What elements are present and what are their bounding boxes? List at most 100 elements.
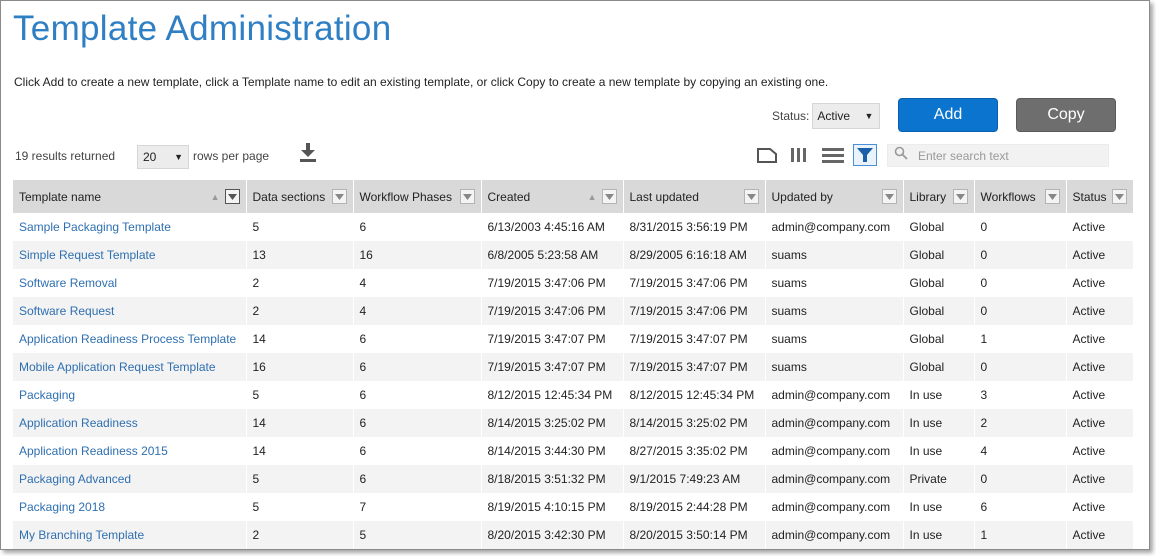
column-header-updated-by[interactable]: Updated by: [765, 180, 904, 213]
cell-library: Global: [903, 269, 975, 297]
cell-library: In use: [903, 381, 975, 409]
table-row: Software Request 2 4 7/19/2015 3:47:06 PM 7/…: [13, 297, 1134, 325]
template-name-link[interactable]: Application Readiness 2015: [13, 437, 247, 465]
table-row: Packaging 2018 5 7 8/19/2015 4:10:15 PM 8/19…: [13, 493, 1134, 521]
table-row: Mobile Application Request Template 16 6 7/…: [13, 353, 1134, 381]
template-name-link[interactable]: Simple Request Template: [13, 241, 247, 269]
search-box: [887, 144, 1109, 167]
column-menu-icon[interactable]: [952, 189, 968, 204]
table-row: My Branching Template 2 5 8/20/2015 3:42:30…: [13, 521, 1134, 549]
template-name-link[interactable]: Packaging: [13, 381, 247, 409]
cell-data-sections: 5: [246, 465, 354, 493]
cell-data-sections: 2: [246, 297, 354, 325]
cell-workflows: 0: [974, 465, 1067, 493]
cell-created: 7/19/2015 3:47:06 PM: [481, 297, 624, 325]
column-menu-icon[interactable]: [459, 189, 475, 204]
status-filter-label: Status:: [772, 109, 810, 123]
instructions-text: Click Add to create a new template, clic…: [14, 75, 829, 89]
column-label: Library: [909, 189, 947, 204]
cell-library: Global: [903, 241, 975, 269]
table-body: Sample Packaging Template 5 6 6/13/2003 4:4…: [13, 213, 1134, 549]
search-input[interactable]: [916, 147, 1096, 164]
cell-workflows: 6: [974, 493, 1067, 521]
cell-status: Active: [1066, 241, 1134, 269]
template-name-link[interactable]: Software Removal: [13, 269, 247, 297]
filter-icon[interactable]: [853, 144, 877, 166]
card-view-icon[interactable]: [755, 144, 779, 166]
status-select[interactable]: Active ▼: [812, 103, 881, 129]
download-icon[interactable]: [297, 141, 319, 163]
column-label: Status: [1072, 189, 1107, 204]
cell-data-sections: 5: [246, 493, 354, 521]
cell-created: 7/19/2015 3:47:07 PM: [481, 325, 624, 353]
column-header-data-sections[interactable]: Data sections: [246, 180, 354, 213]
column-header-workflows[interactable]: Workflows: [974, 180, 1067, 213]
cell-workflow-phases: 5: [353, 521, 482, 549]
cell-status: Active: [1066, 297, 1134, 325]
cell-data-sections: 13: [246, 241, 354, 269]
cell-library: Global: [903, 297, 975, 325]
template-name-link[interactable]: Software Request: [13, 297, 247, 325]
cell-library: In use: [903, 409, 975, 437]
column-header-library[interactable]: Library: [903, 180, 975, 213]
cell-workflow-phases: 6: [353, 353, 482, 381]
cell-last-updated: 9/1/2015 7:49:23 AM: [623, 465, 766, 493]
cell-updated-by: admin@company.com: [765, 465, 904, 493]
list-view-icon[interactable]: [821, 144, 845, 166]
template-name-link[interactable]: Application Readiness: [13, 409, 247, 437]
column-menu-icon[interactable]: [1111, 189, 1127, 204]
column-header-workflow-phases[interactable]: Workflow Phases: [353, 180, 482, 213]
column-menu-icon[interactable]: [743, 189, 759, 204]
column-label: Updated by: [771, 189, 833, 204]
cell-workflows: 1: [974, 521, 1067, 549]
template-name-link[interactable]: Sample Packaging Template: [13, 213, 247, 241]
column-header-created[interactable]: Created ▲: [481, 180, 624, 213]
template-name-link[interactable]: Mobile Application Request Template: [13, 353, 247, 381]
template-name-link[interactable]: Packaging 2018: [13, 493, 247, 521]
column-menu-icon[interactable]: [224, 189, 240, 204]
table-row: Simple Request Template 13 16 6/8/2005 5:23…: [13, 241, 1134, 269]
rows-per-page-select[interactable]: 20 ▼: [137, 145, 189, 169]
cell-created: 7/19/2015 3:47:06 PM: [481, 269, 624, 297]
template-name-link[interactable]: Packaging Advanced: [13, 465, 247, 493]
cell-status: Active: [1066, 325, 1134, 353]
table-row: Application Readiness 14 6 8/14/2015 3:25:0…: [13, 409, 1134, 437]
templates-table: Template name ▲ Data sections Workflow P…: [13, 180, 1134, 549]
cell-workflow-phases: 6: [353, 465, 482, 493]
cell-status: Active: [1066, 409, 1134, 437]
column-menu-icon[interactable]: [1044, 189, 1060, 204]
cell-workflow-phases: 6: [353, 437, 482, 465]
cell-data-sections: 14: [246, 437, 354, 465]
column-menu-icon[interactable]: [881, 189, 897, 204]
columns-view-icon[interactable]: [787, 144, 811, 166]
cell-created: 8/12/2015 12:45:34 PM: [481, 381, 624, 409]
column-header-last-updated[interactable]: Last updated: [623, 180, 766, 213]
table-row: Sample Packaging Template 5 6 6/13/2003 4:4…: [13, 213, 1134, 241]
column-header-status[interactable]: Status: [1066, 180, 1134, 213]
cell-updated-by: admin@company.com: [765, 213, 904, 241]
table-row: Application Readiness Process Template 14…: [13, 325, 1134, 353]
status-filter: Status: Active ▼: [772, 103, 881, 129]
column-label: Last updated: [629, 189, 699, 204]
cell-workflow-phases: 16: [353, 241, 482, 269]
cell-updated-by: admin@company.com: [765, 521, 904, 549]
template-name-link[interactable]: My Branching Template: [13, 521, 247, 549]
copy-button[interactable]: Copy: [1016, 98, 1116, 132]
column-header-template-name[interactable]: Template name ▲: [13, 180, 247, 213]
table-row: Packaging 5 6 8/12/2015 12:45:34 PM 8/12/201…: [13, 381, 1134, 409]
column-menu-icon[interactable]: [331, 189, 347, 204]
table-header-row: Template name ▲ Data sections Workflow P…: [13, 180, 1134, 213]
chevron-down-icon: ▼: [174, 152, 183, 162]
cell-updated-by: suams: [765, 353, 904, 381]
cell-created: 6/13/2003 4:45:16 AM: [481, 213, 624, 241]
cell-workflows: 4: [974, 437, 1067, 465]
column-menu-icon[interactable]: [601, 189, 617, 204]
cell-status: Active: [1066, 381, 1134, 409]
cell-status: Active: [1066, 213, 1134, 241]
cell-workflow-phases: 4: [353, 297, 482, 325]
cell-workflows: 0: [974, 269, 1067, 297]
results-count: 19 results returned: [15, 149, 116, 163]
template-name-link[interactable]: Application Readiness Process Template: [13, 325, 247, 353]
add-button[interactable]: Add: [898, 98, 998, 132]
search-icon: [894, 146, 908, 165]
